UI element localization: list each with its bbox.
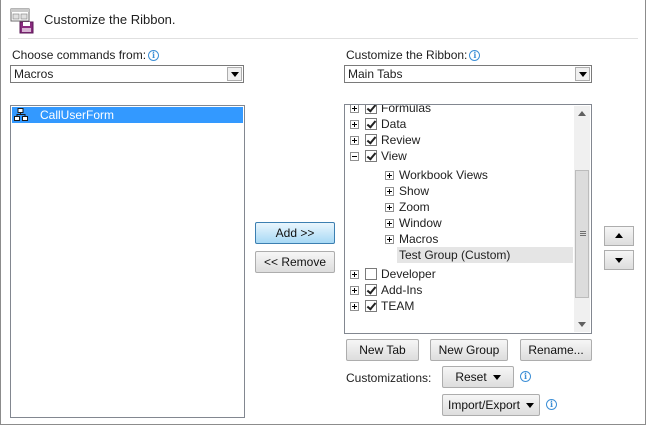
- chevron-down-icon[interactable]: [575, 67, 590, 81]
- info-icon[interactable]: i: [469, 50, 481, 62]
- tree-item[interactable]: Formulas: [345, 104, 573, 116]
- tree-item-label: Data: [381, 117, 407, 131]
- expand-icon[interactable]: [385, 171, 394, 180]
- tree-item[interactable]: Show: [345, 183, 573, 199]
- tree-item-label: Review: [381, 133, 421, 147]
- tree-item[interactable]: Window: [345, 215, 573, 231]
- grip-icon: [580, 231, 586, 232]
- rename-label: Rename...: [528, 343, 584, 357]
- reset-button[interactable]: Reset: [442, 366, 514, 388]
- dropdown-arrow-icon: [492, 375, 501, 381]
- import-export-button[interactable]: Import/Export: [442, 394, 540, 416]
- info-icon[interactable]: i: [546, 399, 557, 410]
- page-title: Customize the Ribbon.: [44, 12, 176, 27]
- tree-item-label: Macros: [399, 232, 439, 246]
- tree-item-label: Show: [399, 184, 430, 198]
- tree-item-label: TEAM: [381, 299, 415, 313]
- chevron-down-icon[interactable]: [227, 67, 242, 81]
- expand-icon[interactable]: [385, 187, 394, 196]
- expand-icon[interactable]: [350, 286, 359, 295]
- tree-item[interactable]: Workbook Views: [345, 167, 573, 183]
- tree-item[interactable]: View: [345, 148, 573, 164]
- dropdown-arrow-icon: [526, 403, 535, 409]
- tree-item[interactable]: Add-Ins: [345, 282, 573, 298]
- new-tab-button[interactable]: New Tab: [346, 339, 419, 361]
- tree-item[interactable]: Test Group (Custom): [397, 247, 573, 263]
- checkbox[interactable]: [365, 150, 377, 162]
- checkbox[interactable]: [365, 118, 377, 130]
- expand-icon[interactable]: [385, 219, 394, 228]
- vertical-scrollbar[interactable]: [574, 106, 590, 332]
- tree-item[interactable]: Developer: [345, 266, 573, 282]
- tree-item-label: Developer: [381, 267, 436, 281]
- customizations-label: Customizations:: [346, 371, 432, 385]
- reset-label: Reset: [455, 370, 487, 384]
- tree-item-label: View: [381, 149, 407, 163]
- commands-list[interactable]: CallUserForm: [10, 105, 245, 418]
- tree-item-label: Test Group (Custom): [399, 248, 511, 262]
- ribbon-tree[interactable]: Formulas Data Review View Workbook Views Show…: [344, 104, 592, 334]
- tree-item[interactable]: Data: [345, 116, 573, 132]
- info-icon[interactable]: i: [148, 50, 160, 62]
- customize-ribbon-label: Customize the Ribbon: i: [346, 48, 481, 62]
- remove-button[interactable]: << Remove: [255, 251, 335, 273]
- scroll-up-icon[interactable]: [574, 106, 590, 122]
- expand-icon[interactable]: [350, 120, 359, 129]
- move-down-button[interactable]: [604, 250, 634, 270]
- new-group-label: New Group: [438, 343, 500, 357]
- tree-item-label: Add-Ins: [381, 283, 423, 297]
- customize-ribbon-text: Customize the Ribbon:: [346, 48, 468, 62]
- tree-item[interactable]: Macros: [345, 231, 573, 247]
- expand-icon[interactable]: [385, 203, 394, 212]
- checkbox[interactable]: [365, 300, 377, 312]
- info-icon[interactable]: i: [520, 371, 531, 382]
- scroll-down-icon[interactable]: [574, 316, 590, 332]
- tree-item[interactable]: Review: [345, 132, 573, 148]
- macro-icon: [14, 108, 28, 122]
- new-tab-label: New Tab: [359, 343, 406, 357]
- list-item-calluserform[interactable]: CallUserForm: [12, 107, 243, 123]
- expand-icon[interactable]: [350, 302, 359, 311]
- expand-icon[interactable]: [350, 105, 359, 113]
- checkbox[interactable]: [365, 284, 377, 296]
- expand-icon[interactable]: [350, 136, 359, 145]
- add-button-label: Add >>: [275, 226, 315, 240]
- list-item-label: CallUserForm: [40, 108, 115, 122]
- choose-commands-combo[interactable]: Macros: [10, 65, 244, 83]
- add-button[interactable]: Add >>: [255, 222, 335, 244]
- tree-item[interactable]: TEAM: [345, 298, 573, 314]
- choose-commands-label: Choose commands from: i: [12, 48, 160, 62]
- choose-commands-value: Macros: [14, 67, 54, 81]
- collapse-icon[interactable]: [350, 152, 359, 161]
- header-divider: [8, 38, 638, 39]
- customize-ribbon-value: Main Tabs: [348, 67, 403, 81]
- customize-ribbon-combo[interactable]: Main Tabs: [344, 65, 592, 83]
- checkbox[interactable]: [365, 134, 377, 146]
- import-export-label: Import/Export: [447, 398, 521, 412]
- checkbox[interactable]: [365, 268, 377, 280]
- scrollbar-thumb[interactable]: [575, 170, 589, 298]
- move-up-button[interactable]: [604, 226, 634, 246]
- tree-item-label: Zoom: [399, 200, 430, 214]
- expand-icon[interactable]: [350, 270, 359, 279]
- rename-button[interactable]: Rename...: [520, 339, 592, 361]
- tree-item-label: Workbook Views: [399, 168, 488, 182]
- checkbox[interactable]: [365, 105, 377, 114]
- tree-item-label: Window: [399, 216, 442, 230]
- customize-ribbon-icon: [8, 5, 36, 35]
- expand-icon[interactable]: [385, 235, 394, 244]
- choose-commands-text: Choose commands from:: [12, 48, 147, 62]
- new-group-button[interactable]: New Group: [430, 339, 508, 361]
- tree-item-label: Formulas: [381, 104, 432, 115]
- remove-button-label: << Remove: [263, 255, 327, 269]
- tree-item[interactable]: Zoom: [345, 199, 573, 215]
